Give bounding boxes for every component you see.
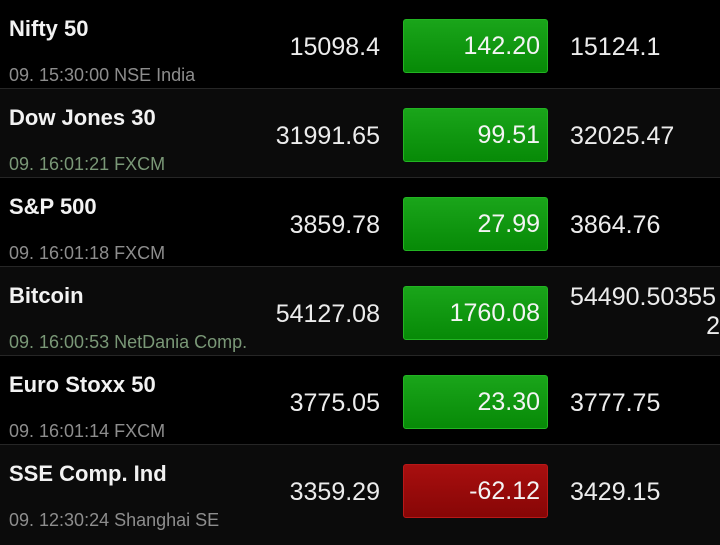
index-last-value-line1: 54490.50355: [570, 283, 716, 311]
index-last-value-line2: 2: [706, 312, 720, 340]
index-last-value: 3429.15: [570, 478, 661, 506]
index-price: 3859.78: [289, 211, 380, 239]
index-last-value: 32025.47: [570, 122, 675, 150]
index-time: 09. 16:01:18: [9, 243, 110, 263]
index-source: FXCM: [114, 421, 166, 441]
index-price: 54127.08: [275, 300, 380, 328]
index-time: 09. 12:30:24: [9, 510, 110, 530]
index-timestamp-source: 09. 16:00:53 NetDania Comp.: [9, 332, 247, 353]
index-price: 3359.29: [289, 478, 380, 506]
index-name: Bitcoin: [9, 283, 84, 308]
index-last-value: 3864.76: [570, 211, 661, 239]
index-timestamp-source: 09. 12:30:24 Shanghai SE: [9, 510, 219, 531]
index-source: FXCM: [114, 154, 166, 174]
index-price: 15098.4: [289, 33, 380, 61]
index-row-sse-comp-ind[interactable]: SSE Comp. Ind 09. 12:30:24 Shanghai SE 3…: [0, 445, 720, 545]
change-badge[interactable]: 23.30: [403, 375, 548, 429]
index-source: Shanghai SE: [114, 510, 220, 530]
index-source: NSE India: [114, 65, 196, 85]
index-timestamp-source: 09. 16:01:14 FXCM: [9, 421, 165, 442]
index-price: 31991.65: [275, 122, 380, 150]
index-source: NetDania Comp.: [114, 332, 248, 352]
index-timestamp-source: 09. 16:01:18 FXCM: [9, 243, 165, 264]
index-timestamp-source: 09. 15:30:00 NSE India: [9, 65, 195, 86]
index-time: 09. 16:01:14: [9, 421, 110, 441]
change-badge[interactable]: 27.99: [403, 197, 548, 251]
change-badge[interactable]: 99.51: [403, 108, 548, 162]
change-value: 27.99: [477, 209, 540, 238]
index-name: S&P 500: [9, 194, 97, 219]
change-badge[interactable]: 1760.08: [403, 286, 548, 340]
index-name: SSE Comp. Ind: [9, 461, 167, 486]
index-last-value: 54490.50355 2: [570, 283, 720, 341]
index-row-dow-jones-30[interactable]: Dow Jones 30 09. 16:01:21 FXCM 31991.65 …: [0, 89, 720, 178]
change-value: 142.20: [463, 31, 540, 60]
change-badge[interactable]: 142.20: [403, 19, 548, 73]
index-name: Nifty 50: [9, 16, 89, 41]
change-value: 99.51: [477, 120, 540, 149]
index-row-euro-stoxx-50[interactable]: Euro Stoxx 50 09. 16:01:14 FXCM 3775.05 …: [0, 356, 720, 445]
market-index-list: Nifty 50 09. 15:30:00 NSE India 15098.4 …: [0, 0, 720, 545]
index-row-sp-500[interactable]: S&P 500 09. 16:01:18 FXCM 3859.78 27.99 …: [0, 178, 720, 267]
index-price: 3775.05: [289, 389, 380, 417]
index-last-value: 15124.1: [570, 33, 661, 61]
index-last-value: 3777.75: [570, 389, 661, 417]
change-value: 1760.08: [449, 298, 540, 327]
index-name: Dow Jones 30: [9, 105, 156, 130]
index-name: Euro Stoxx 50: [9, 372, 156, 397]
index-row-bitcoin[interactable]: Bitcoin 09. 16:00:53 NetDania Comp. 5412…: [0, 267, 720, 356]
index-time: 09. 15:30:00: [9, 65, 110, 85]
change-value: -62.12: [469, 476, 540, 505]
index-source: FXCM: [114, 243, 166, 263]
index-row-nifty-50[interactable]: Nifty 50 09. 15:30:00 NSE India 15098.4 …: [0, 0, 720, 89]
index-time: 09. 16:01:21: [9, 154, 110, 174]
change-badge[interactable]: -62.12: [403, 464, 548, 518]
index-timestamp-source: 09. 16:01:21 FXCM: [9, 154, 165, 175]
change-value: 23.30: [477, 387, 540, 416]
index-time: 09. 16:00:53: [9, 332, 110, 352]
